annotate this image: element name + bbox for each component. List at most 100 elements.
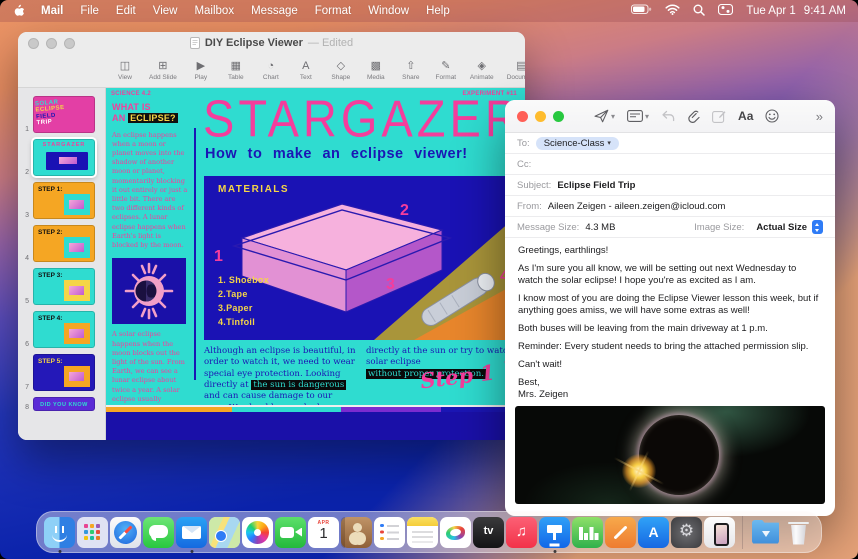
send-icon[interactable]: ▾ <box>594 109 615 123</box>
emoji-icon[interactable] <box>765 109 779 123</box>
keynote-titlebar[interactable]: DIY Eclipse Viewer — Edited <box>18 32 525 54</box>
header-fields-icon[interactable]: ▾ <box>627 110 649 122</box>
toolbar-animate-button[interactable]: ◈Animate <box>470 60 494 81</box>
numbers-dock-icon[interactable] <box>572 517 603 548</box>
zoom-button[interactable] <box>553 111 564 122</box>
minimize-button[interactable] <box>535 111 546 122</box>
toolbar-table-button[interactable]: ▦Table <box>225 60 247 81</box>
toolbar-label: Media <box>367 74 385 81</box>
slide-navigator[interactable]: 1SOLARECLIPSEFIELDTRIP2STARGAZER3STEP 1:… <box>18 88 106 440</box>
menu-item-window[interactable]: Window <box>368 5 409 17</box>
dropdown-stepper-icon[interactable] <box>812 220 823 234</box>
toolbar-view-button[interactable]: ◫View <box>114 60 136 81</box>
contacts-dock-icon[interactable] <box>341 517 372 548</box>
wifi-icon[interactable] <box>665 4 680 18</box>
desktop: Mail File Edit View Mailbox Message Format Wind… <box>0 0 858 559</box>
slide-canvas[interactable]: SCIENCE 4.2 EXPERIMENT #11 WHAT IS AN EC… <box>106 88 525 440</box>
control-center-icon[interactable] <box>718 4 733 18</box>
maps-dock-icon[interactable] <box>209 517 240 548</box>
toolbar-format-button[interactable]: ✎Format <box>435 60 457 81</box>
window-title-edited: — Edited <box>308 37 353 49</box>
menu-clock[interactable]: Tue Apr 1 9:41 AM <box>746 5 846 17</box>
mail-dock-icon[interactable] <box>176 517 207 548</box>
toolbar-add-slide-button[interactable]: ⊞Add Slide <box>149 60 177 81</box>
toolbar-share-button[interactable]: ⇧Share <box>400 60 422 81</box>
notes-dock-icon[interactable] <box>407 517 438 548</box>
close-button[interactable] <box>517 111 528 122</box>
menu-item-edit[interactable]: Edit <box>116 5 136 17</box>
menu-item-file[interactable]: File <box>80 5 99 17</box>
toolbar-overflow-icon[interactable]: » <box>816 109 823 124</box>
toolbar-label: Text <box>300 74 312 81</box>
keynote-dock-icon[interactable] <box>539 517 570 548</box>
eclipse-photo-attachment[interactable] <box>515 406 825 504</box>
reminders-dock-icon[interactable] <box>374 517 405 548</box>
freeform-dock-icon[interactable] <box>440 517 471 548</box>
pages-dock-icon[interactable] <box>605 517 636 548</box>
menu-item-help[interactable]: Help <box>426 5 450 17</box>
message-size-value: 4.3 MB <box>585 222 615 233</box>
to-field[interactable]: To: Science-Class ▾ <box>505 133 835 154</box>
slide-thumbnail-2[interactable]: STARGAZER <box>33 139 95 176</box>
toolbar-media-button[interactable]: ▩Media <box>365 60 387 81</box>
header-fields-chevron-icon[interactable]: ▾ <box>645 112 649 121</box>
messages-dock-icon[interactable] <box>143 517 174 548</box>
trash-dock-icon[interactable] <box>783 517 814 548</box>
apple-menu-icon[interactable] <box>12 4 25 18</box>
send-menu-chevron-icon[interactable]: ▾ <box>611 112 615 121</box>
message-body[interactable]: Greetings, earthlings!As I'm sure you al… <box>505 238 835 401</box>
finder-dock-icon[interactable] <box>44 517 75 548</box>
thumbnail-shoebox <box>69 286 84 295</box>
calendar-dock-icon[interactable]: APR1 <box>308 517 339 548</box>
photos-dock-icon[interactable] <box>242 517 273 548</box>
appletv-dock-icon[interactable]: tv <box>473 517 504 548</box>
subject-field[interactable]: Subject: Eclipse Field Trip <box>505 175 835 196</box>
toolbar-shape-button[interactable]: ◇Shape <box>330 60 352 81</box>
eclipse-moon <box>639 415 719 495</box>
spotlight-search-icon[interactable] <box>693 4 705 19</box>
mail-traffic-lights[interactable] <box>517 111 564 122</box>
menu-item-view[interactable]: View <box>153 5 178 17</box>
appstore-dock-icon[interactable]: A <box>638 517 669 548</box>
toolbar-document-button[interactable]: ▤Document <box>507 60 525 81</box>
slide-thumbnail-row: 8DID YOU KNOW <box>20 397 99 411</box>
safari-dock-icon[interactable] <box>110 517 141 548</box>
thumbnail-step-panel <box>64 323 90 344</box>
slide-paragraph-1: An eclipse happens when a moon or planet… <box>112 131 188 251</box>
slide-thumbnail-3[interactable]: STEP 1: <box>33 182 95 219</box>
slide-thumbnail-5[interactable]: STEP 3: <box>33 268 95 305</box>
facetime-dock-icon[interactable] <box>275 517 306 548</box>
battery-icon[interactable] <box>631 4 652 18</box>
highlighted-word: ECLIPSE? <box>128 113 178 123</box>
recipient-chevron-icon[interactable]: ▾ <box>607 139 611 147</box>
menu-item-mail[interactable]: Mail <box>41 5 63 17</box>
menu-status-area: Tue Apr 1 9:41 AM <box>631 4 846 19</box>
slide-number: 6 <box>20 341 29 348</box>
slide-number: 3 <box>20 212 29 219</box>
slide-thumbnail-8[interactable]: DID YOU KNOW <box>33 397 95 411</box>
menu-item-mailbox[interactable]: Mailbox <box>194 5 234 17</box>
slide-thumbnail-1[interactable]: SOLARECLIPSEFIELDTRIP <box>33 96 95 133</box>
thumbnail-shoebox <box>69 200 84 209</box>
downloads-dock-icon[interactable] <box>750 517 781 548</box>
format-icon[interactable]: Aa <box>738 109 753 123</box>
toolbar-text-button[interactable]: AText <box>295 60 317 81</box>
from-field[interactable]: From: Aileen Zeigen - aileen.zeigen@iclo… <box>505 196 835 217</box>
slide-thumbnail-4[interactable]: STEP 2: <box>33 225 95 262</box>
slide-thumbnail-6[interactable]: STEP 4: <box>33 311 95 348</box>
cc-field[interactable]: Cc: <box>505 154 835 175</box>
iphone-mirroring-dock-icon[interactable] <box>704 517 735 548</box>
menu-item-format[interactable]: Format <box>315 5 351 17</box>
running-indicator <box>58 550 61 553</box>
music-dock-icon[interactable]: ♫ <box>506 517 537 548</box>
settings-dock-icon[interactable]: ⚙ <box>671 517 702 548</box>
launchpad-dock-icon[interactable] <box>77 517 108 548</box>
menu-item-message[interactable]: Message <box>251 5 298 17</box>
toolbar-play-button[interactable]: ▶Play <box>190 60 212 81</box>
slide-thumbnail-7[interactable]: STEP 5: <box>33 354 95 391</box>
mail-toolbar[interactable]: ▾ ▾ Aa » <box>505 100 835 133</box>
image-size-dropdown[interactable]: Actual Size <box>756 220 823 234</box>
recipient-token[interactable]: Science-Class ▾ <box>536 137 619 150</box>
attach-icon[interactable] <box>687 109 700 123</box>
toolbar-chart-button[interactable]: ◔Chart <box>260 60 282 81</box>
